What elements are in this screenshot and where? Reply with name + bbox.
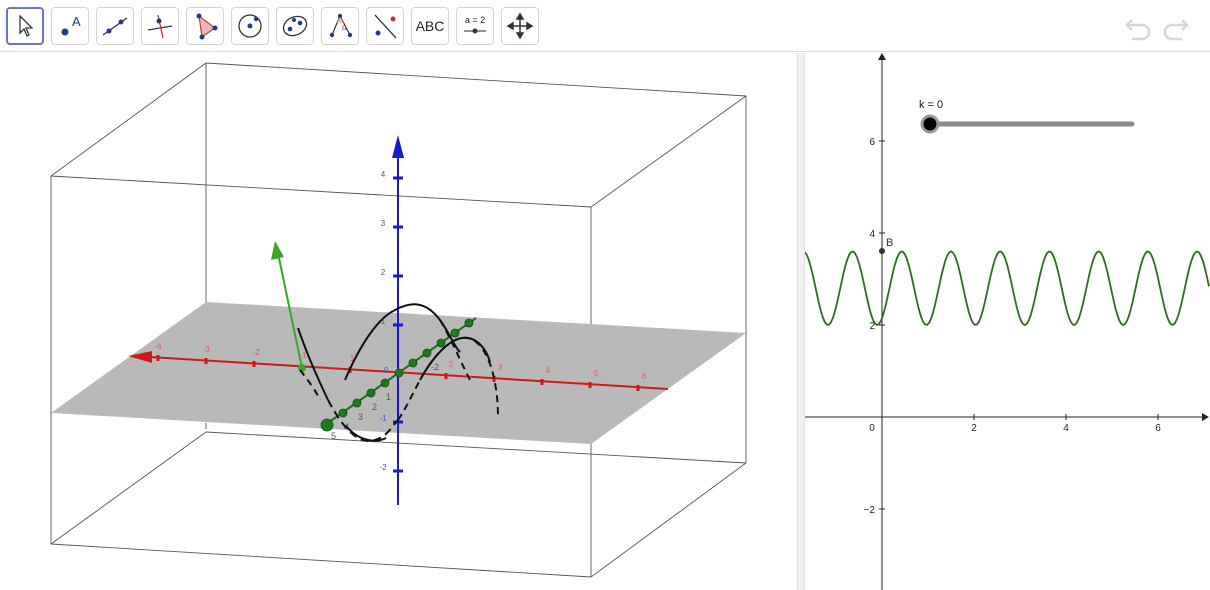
angle-tool-button[interactable]: α [321, 7, 359, 45]
x-tick-label: 4 [1063, 423, 1069, 434]
x-tick-label: -2 [252, 348, 260, 357]
line-icon [102, 17, 128, 36]
slider-tool-button[interactable]: a = 2 [456, 7, 494, 45]
x-tick-label: -3 [202, 345, 210, 354]
conic-tool-button[interactable] [276, 7, 314, 45]
x-tick-label: 2 [449, 360, 454, 369]
x-tick-label: 4 [546, 366, 551, 375]
x-tick-label: 5 [594, 369, 599, 378]
y-tick-label: 6 [869, 137, 875, 148]
pointer-icon [19, 14, 34, 37]
reflect-icon [374, 14, 397, 39]
y-tick-label: -2 [431, 362, 439, 372]
y-tick-label: −2 [864, 505, 876, 516]
x-tick-label: 6 [642, 372, 647, 381]
slider-label: k = 0 [919, 99, 943, 111]
z-tick-label: 2 [381, 268, 386, 277]
polygon-tool-button[interactable] [186, 7, 224, 45]
angle-icon: α [329, 13, 353, 38]
text-tool-label: ABC [415, 18, 445, 34]
y-tick-label: 4 [869, 229, 875, 240]
angle-tool-label: α [342, 23, 347, 32]
z-tick-label: -2 [379, 463, 387, 472]
z-tick-label: 3 [381, 219, 386, 228]
perpendicular-icon [147, 14, 173, 39]
function-graph[interactable] [805, 250, 1210, 327]
undo-icon[interactable] [1122, 10, 1154, 42]
move-tool-button[interactable] [6, 7, 44, 45]
point-tool-button[interactable]: A [51, 7, 89, 45]
point-icon: A [61, 14, 81, 36]
x-tick-label: 3 [498, 363, 503, 372]
text-tool-button[interactable]: ABC [411, 7, 449, 45]
y-tick-label: 2 [372, 402, 377, 412]
toolbar: A α ABC a = 2 [0, 0, 1210, 52]
graphics-2d-view[interactable]: 0 2 4 6 6 4 2 −2 k = 0 B [805, 53, 1210, 590]
z-tick-label: 4 [381, 170, 386, 179]
x-tick-label: 2 [971, 423, 977, 434]
reflect-tool-button[interactable] [366, 7, 404, 45]
y-tick-label: 5 [331, 431, 336, 441]
point-b[interactable] [879, 248, 885, 254]
line-tool-button[interactable] [96, 7, 134, 45]
redo-icon[interactable] [1160, 10, 1192, 42]
origin-label: 0 [384, 366, 389, 375]
perpendicular-line-tool-button[interactable] [141, 7, 179, 45]
point-b-label: B [886, 237, 893, 249]
x-tick-label: 6 [1155, 423, 1161, 434]
slider-handle[interactable] [920, 114, 940, 134]
polygon-icon [196, 13, 218, 40]
z-tick-label: -1 [379, 414, 387, 423]
y-tick-label: 1 [386, 392, 391, 402]
slider-icon: a = 2 [464, 15, 486, 34]
x-tick-label: -4 [154, 342, 162, 351]
view-splitter[interactable] [797, 53, 805, 590]
circle-icon [238, 14, 262, 38]
graphics-3d-view[interactable]: -4 -3 -2 -1 1 2 3 4 5 6 4 3 2 1 -1 -2 0 [0, 53, 797, 590]
y-tick-label: 3 [358, 412, 363, 422]
slider-tool-label: a = 2 [465, 15, 485, 25]
move-graphics-icon [506, 12, 534, 40]
point-tool-label: A [72, 14, 81, 29]
ellipse-icon [282, 15, 308, 37]
move-view-tool-button[interactable] [501, 7, 539, 45]
x-tick-label: 0 [869, 423, 875, 434]
circle-tool-button[interactable] [231, 7, 269, 45]
